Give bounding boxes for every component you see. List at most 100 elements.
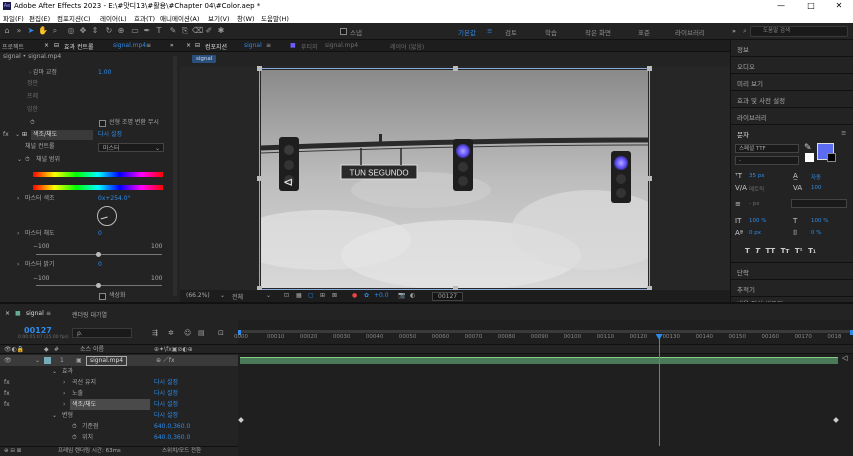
layer-name[interactable]: signal.mp4 [86, 356, 128, 366]
close-icon[interactable]: × [186, 42, 191, 49]
menu-animation[interactable]: 애니메이션(A) [160, 13, 199, 23]
background-color-swatch[interactable] [827, 153, 836, 162]
rectangle-tool-icon[interactable]: ▭ [130, 26, 140, 36]
effect-panel-scrollbar[interactable] [173, 56, 177, 296]
master-saturation-value[interactable]: 0 [98, 229, 102, 239]
tab-timeline-signal[interactable]: signal [26, 310, 44, 317]
help-search-input[interactable]: 도움말 검색 [750, 26, 848, 37]
horizontal-scale-value[interactable]: 100 % [811, 218, 828, 224]
colorize-checkbox[interactable] [99, 293, 106, 300]
effect-curves-reset[interactable]: 다시 설정 [154, 377, 178, 388]
workspace-learn[interactable]: 학습 [545, 27, 557, 37]
menu-effect[interactable]: 효과(T) [134, 13, 155, 23]
workspace-standard[interactable]: 표준 [638, 27, 650, 37]
layer-switch-icon[interactable]: ⊕ ／fx [156, 355, 175, 366]
panel-paragraph[interactable]: 단락 [737, 267, 749, 277]
snap-checkbox[interactable] [340, 28, 347, 35]
chevron-right-icon[interactable]: › [17, 260, 19, 270]
chevron-right-icon[interactable]: › [17, 194, 19, 204]
comp-mini-flowchart-icon[interactable]: ⇶ [152, 329, 158, 337]
eyedropper-icon[interactable]: ✎ [804, 143, 812, 153]
fit-region-icon[interactable]: ⊡ [284, 292, 289, 299]
tab-effect-controls-target[interactable]: signal.mp4 [113, 42, 146, 49]
saturation-slider-handle[interactable] [96, 252, 101, 257]
font-family-dropdown[interactable]: 스페셜 TTF [735, 144, 799, 153]
font-style-dropdown[interactable]: - [735, 156, 799, 165]
panel-info[interactable]: 정보 [737, 44, 749, 54]
maximize-button[interactable]: □ [797, 0, 825, 12]
exposure-icon[interactable]: ✿ [364, 292, 369, 299]
zoom-tool-icon[interactable]: ⌕ [50, 26, 60, 36]
handle-right-mid[interactable] [647, 176, 652, 181]
chevron-right-icon[interactable]: › [29, 70, 31, 76]
tsume-value[interactable]: 0 % [811, 230, 821, 236]
keyframe-end[interactable] [833, 417, 839, 423]
3d-view-icon[interactable]: ⊠ [332, 292, 337, 299]
stopwatch-icon[interactable]: ⏱ [72, 432, 77, 443]
faux-italic-button[interactable]: T [755, 247, 760, 255]
small-caps-button[interactable]: Tт [781, 247, 790, 255]
frame-blending-icon[interactable]: ▤ [198, 329, 205, 337]
effect-row-hue-saturation[interactable]: fx › 색조/채도 다시 설정 [0, 399, 238, 410]
effect-hue-saturation-reset[interactable]: 다시 설정 [154, 399, 178, 410]
workspace-menu-icon[interactable]: ≡ [487, 27, 492, 35]
chevron-down-icon[interactable]: ⌄ [15, 130, 20, 140]
panel-audio[interactable]: 오디오 [737, 61, 755, 71]
master-hue-value[interactable]: 0x+254.0° [98, 194, 131, 204]
tracking-value[interactable]: 100 [811, 185, 822, 191]
linear-light-checkbox[interactable] [99, 120, 106, 127]
mask-visibility-icon[interactable]: ▢ [308, 292, 314, 299]
tab-project[interactable]: 프로젝트 [2, 42, 24, 51]
chevron-down-icon[interactable]: ⌄ [220, 292, 225, 299]
menu-help[interactable]: 도움말(H) [261, 13, 289, 23]
handle-left-mid[interactable] [257, 176, 262, 181]
effect-name-hue-saturation[interactable]: 색조/채도 [31, 130, 93, 140]
stopwatch-icon[interactable]: ⏱ [72, 421, 77, 432]
fx-icon[interactable]: fx [4, 388, 10, 399]
workspace-more[interactable]: » [732, 27, 736, 35]
expand-icon[interactable]: » [14, 26, 24, 36]
position-row[interactable]: ⏱ 위치 640.0,360.0 [0, 432, 238, 443]
lightness-slider-handle[interactable] [96, 283, 101, 288]
handle-top-right[interactable] [647, 66, 652, 71]
tab-effect-controls[interactable]: 효과 컨트롤 [64, 42, 94, 51]
panel-tracker[interactable]: 추적기 [737, 284, 755, 294]
superscript-button[interactable]: T¹ [795, 247, 803, 255]
effects-group-row[interactable]: ⌄ 효과 [0, 366, 238, 377]
pen-tool-icon[interactable]: ✒ [142, 26, 152, 36]
anchor-point-icon[interactable]: ⊲ [283, 175, 293, 189]
fx-icon[interactable]: fx [4, 399, 10, 410]
menu-file[interactable]: 파일(F) [3, 13, 24, 23]
composition-chip[interactable]: signal [192, 55, 217, 63]
fill-color-swatch[interactable] [805, 153, 814, 162]
position-value[interactable]: 640.0,360.0 [154, 432, 190, 443]
channel-range-top-bar[interactable] [33, 172, 163, 177]
effect-row-curves[interactable]: fx › 곡선 유지 다시 설정 [0, 377, 238, 388]
anchor-point-value[interactable]: 640.0,360.0 [154, 421, 190, 432]
stopwatch-icon[interactable]: ⏱ [30, 118, 35, 128]
tab-composition[interactable]: 컴포지션 [205, 42, 227, 51]
work-area-bar[interactable] [238, 330, 853, 333]
menu-view[interactable]: 보기(V) [208, 13, 229, 23]
snapshot-icon[interactable]: 📷 [398, 292, 405, 299]
chevron-down-icon[interactable]: ⌄ [17, 155, 22, 165]
handle-top-left[interactable] [257, 66, 262, 71]
puppet-tool-icon[interactable]: ✱ [216, 26, 226, 36]
layer-bounding-box[interactable] [259, 68, 650, 290]
minimize-button[interactable]: — [767, 0, 795, 12]
panel-effects-presets[interactable]: 효과 및 사전 설정 [737, 95, 785, 105]
channel-range-bottom-bar[interactable] [33, 185, 163, 190]
kerning-value[interactable]: 메트릭 [749, 185, 764, 193]
effect-reset-link[interactable]: 다시 설정 [98, 130, 122, 140]
handle-top-mid[interactable] [453, 66, 458, 71]
effect-exposure-reset[interactable]: 다시 설정 [154, 388, 178, 399]
selection-tool-icon[interactable]: ➤ [26, 26, 36, 36]
timeline-search-input[interactable]: ρ. [72, 328, 132, 338]
transform-group-row[interactable]: ⌄ 변형 다시 설정 [0, 410, 238, 421]
anchor-tool-icon[interactable]: ⊕ [116, 26, 126, 36]
resolution-value[interactable]: 전체 [232, 292, 243, 301]
orbit-tool-icon[interactable]: ◎ [66, 26, 76, 36]
draft-3d-icon[interactable]: ✲ [168, 329, 174, 337]
comp-timecode[interactable]: 00127 [432, 292, 464, 301]
close-button[interactable]: ✕ [825, 0, 853, 12]
